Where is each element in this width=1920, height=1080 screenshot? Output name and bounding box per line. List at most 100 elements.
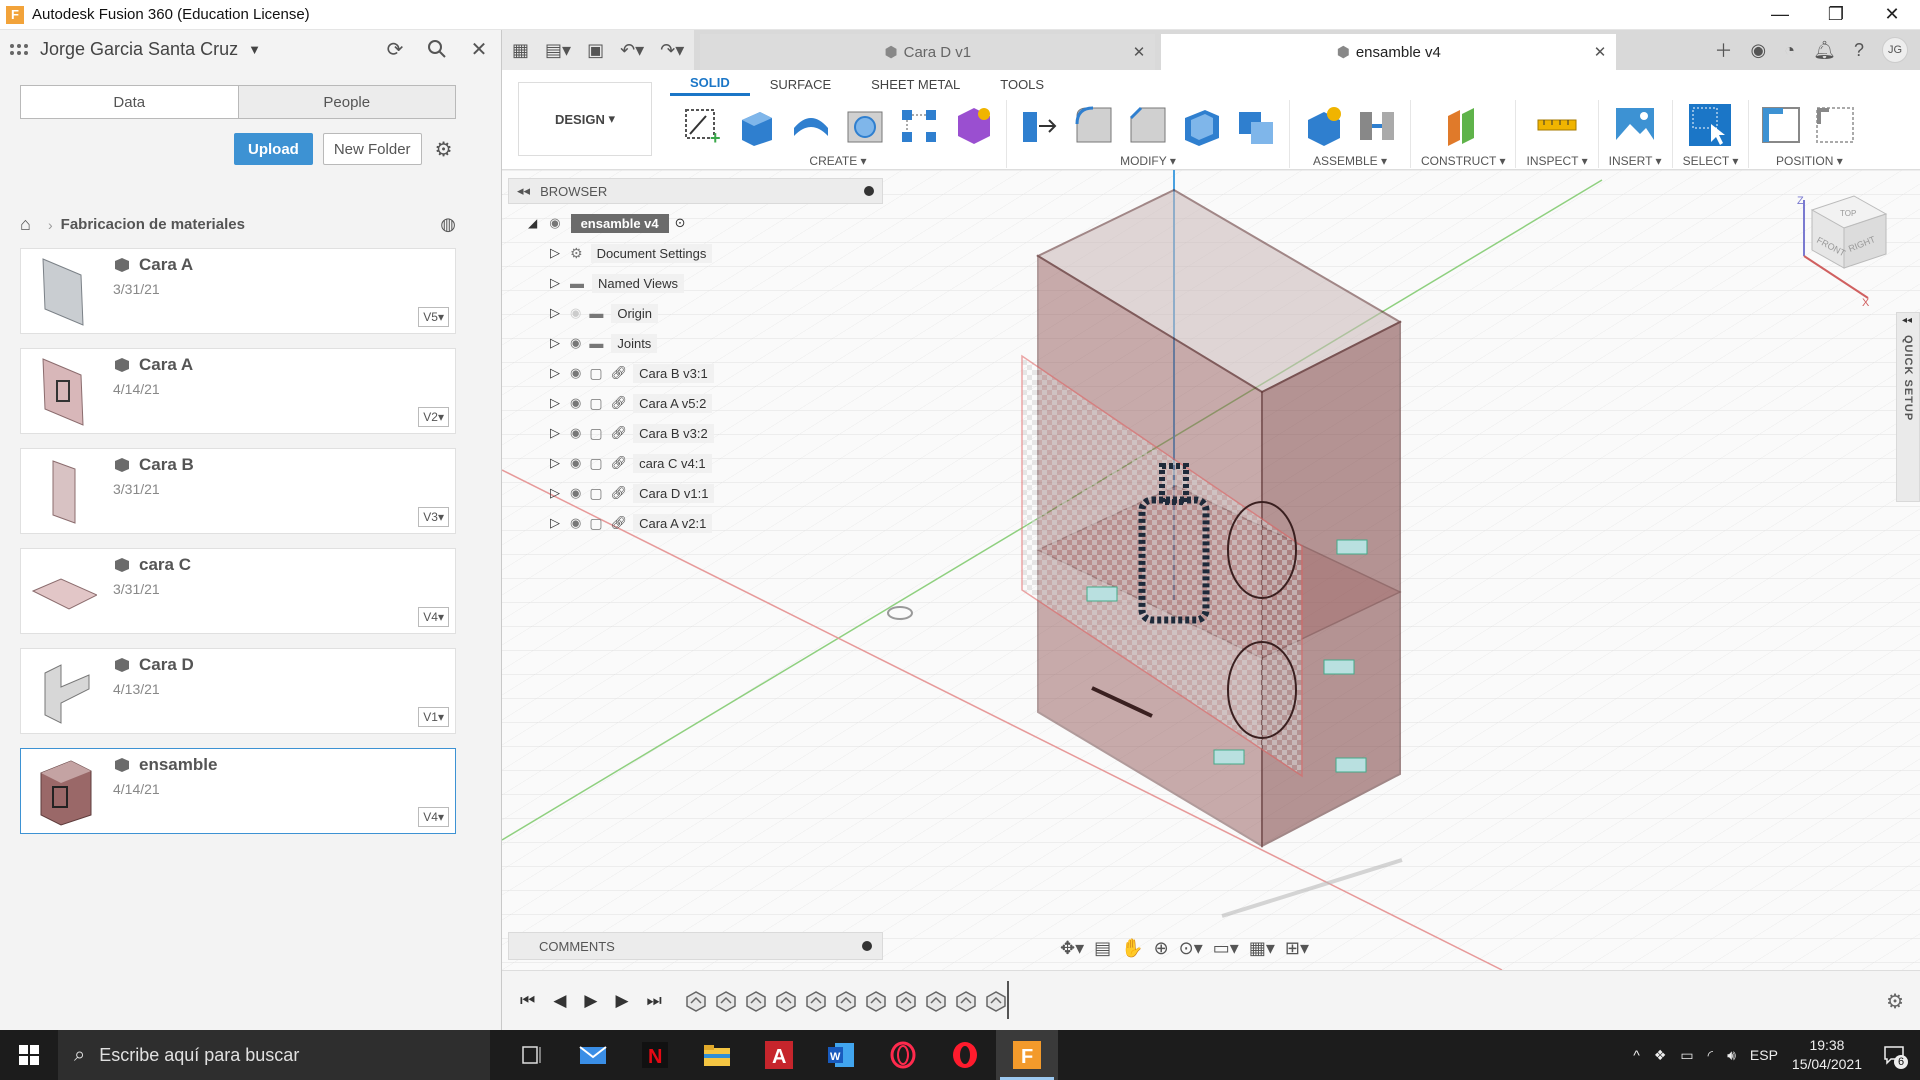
look-at-icon[interactable]: ▤ — [1094, 938, 1111, 959]
tab-data[interactable]: Data — [21, 86, 239, 118]
mail-icon[interactable] — [562, 1030, 624, 1080]
close-panel-icon[interactable]: ✕ — [467, 37, 491, 61]
browser-root-row[interactable]: ◢ ◉ ensamble v4 ⊙ — [508, 208, 883, 238]
grid-settings-icon[interactable]: ▦▾ — [1249, 938, 1275, 959]
timeline-feature-icon[interactable] — [684, 989, 708, 1013]
task-view-icon[interactable] — [500, 1030, 562, 1080]
expand-icon[interactable]: ◂◂ — [1902, 315, 1912, 326]
netflix-icon[interactable]: N — [624, 1030, 686, 1080]
eye-hidden-icon[interactable]: ◉ — [570, 305, 581, 321]
browser-row[interactable]: ▷ ◉ ▬ Joints — [508, 328, 883, 358]
version-dropdown[interactable]: V4 ▾ — [418, 807, 449, 827]
revolve-icon[interactable] — [788, 102, 834, 148]
expand-triangle-icon[interactable]: ▷ — [550, 275, 560, 291]
shell-icon[interactable] — [1179, 102, 1225, 148]
expand-triangle-icon[interactable]: ▷ — [550, 515, 560, 531]
chevron-down-icon[interactable]: ▼ — [248, 42, 261, 57]
redo-icon[interactable]: ↷▾ — [660, 40, 684, 61]
select-icon[interactable] — [1687, 102, 1733, 148]
home-icon[interactable]: ⌂ — [20, 214, 42, 235]
expand-triangle-icon[interactable]: ▷ — [550, 305, 560, 321]
save-icon[interactable]: ▣ — [587, 40, 604, 61]
expand-triangle-icon[interactable]: ▷ — [550, 245, 560, 261]
close-tab-icon[interactable]: ✕ — [1594, 43, 1607, 61]
eye-icon[interactable]: ◉ — [570, 425, 581, 441]
team-hub-icon[interactable] — [10, 39, 30, 59]
revert-position-icon[interactable] — [1813, 102, 1859, 148]
battery-icon[interactable]: ▭ — [1680, 1047, 1693, 1064]
insert-image-icon[interactable] — [1612, 102, 1658, 148]
tab-people[interactable]: People — [238, 86, 455, 118]
insert-menu[interactable]: INSERT ▾ — [1609, 154, 1662, 168]
browser-pin-icon[interactable] — [864, 186, 874, 196]
file-card[interactable]: Cara A 3/31/21 V5 ▾ — [20, 248, 456, 334]
display-settings-icon[interactable]: ▭▾ — [1213, 938, 1239, 959]
eye-icon[interactable]: ◉ — [570, 485, 581, 501]
file-card-selected[interactable]: ensamble 4/14/21 V4 ▾ — [20, 748, 456, 834]
windows-start-icon[interactable] — [0, 1030, 58, 1080]
comments-add-icon[interactable] — [862, 941, 872, 951]
action-center-icon[interactable]: 6 — [1876, 1037, 1912, 1073]
expand-triangle-icon[interactable]: ▷ — [550, 455, 560, 471]
undo-icon[interactable]: ↶▾ — [620, 40, 644, 61]
browser-row[interactable]: ▷ ◉ ▢ 🔗︎ Cara A v2:1 — [508, 508, 883, 538]
timeline-feature-icon[interactable] — [834, 989, 858, 1013]
expand-triangle-icon[interactable]: ▷ — [550, 395, 560, 411]
user-name[interactable]: Jorge Garcia Santa Cruz — [40, 39, 238, 60]
browser-row[interactable]: ▷ ⚙ Document Settings — [508, 238, 883, 268]
go-to-end-icon[interactable]: ⏭ — [647, 991, 662, 1011]
eye-icon[interactable]: ◉ — [570, 335, 581, 351]
new-folder-button[interactable]: New Folder — [322, 133, 422, 165]
go-to-start-icon[interactable]: ⏮ — [520, 991, 535, 1011]
eye-icon[interactable]: ◉ — [570, 365, 581, 381]
word-icon[interactable]: W — [810, 1030, 872, 1080]
eye-icon[interactable]: ◉ — [570, 395, 581, 411]
version-dropdown[interactable]: V2 ▾ — [418, 407, 449, 427]
timeline-feature-icon[interactable] — [894, 989, 918, 1013]
combine-icon[interactable] — [1233, 102, 1279, 148]
close-tab-icon[interactable]: ✕ — [1133, 43, 1146, 61]
eye-icon[interactable]: ◉ — [549, 215, 560, 231]
expand-triangle-icon[interactable]: ▷ — [550, 425, 560, 441]
viewports-icon[interactable]: ⊞▾ — [1285, 938, 1309, 959]
timeline-feature-icon[interactable] — [954, 989, 978, 1013]
browser-row[interactable]: ▷ ◉ ▢ 🔗︎ Cara A v5:2 — [508, 388, 883, 418]
expand-triangle-icon[interactable]: ▷ — [550, 485, 560, 501]
activate-radio-icon[interactable]: ⊙ — [675, 215, 686, 231]
construct-menu[interactable]: CONSTRUCT ▾ — [1421, 154, 1505, 168]
tab-surface[interactable]: SURFACE — [750, 72, 851, 96]
document-tab-active[interactable]: ⬢ ensamble v4 ✕ — [1161, 34, 1617, 70]
wifi-icon[interactable]: ◜ — [1708, 1047, 1713, 1064]
play-icon[interactable]: ▶ — [584, 991, 597, 1011]
volume-icon[interactable]: 🔊︎ — [1727, 1047, 1736, 1064]
position-menu[interactable]: POSITION ▾ — [1776, 154, 1843, 168]
inspect-menu[interactable]: INSPECT ▾ — [1526, 154, 1587, 168]
offset-plane-icon[interactable] — [1440, 102, 1486, 148]
browser-row[interactable]: ▷ ◉ ▬ Origin — [508, 298, 883, 328]
file-card[interactable]: Cara D 4/13/21 V1 ▾ — [20, 648, 456, 734]
create-menu[interactable]: CREATE ▾ — [809, 154, 866, 168]
joint-icon[interactable] — [1354, 102, 1400, 148]
file-card[interactable]: Cara A 4/14/21 V2 ▾ — [20, 348, 456, 434]
eye-icon[interactable]: ◉ — [570, 455, 581, 471]
extrude-icon[interactable] — [734, 102, 780, 148]
workspace-switcher[interactable]: DESIGN ▾ — [518, 82, 652, 156]
timeline-feature-icon[interactable] — [714, 989, 738, 1013]
create-sketch-icon[interactable]: + — [680, 102, 726, 148]
notifications-bell-icon[interactable]: 🔔︎ — [1813, 40, 1836, 61]
globe-icon[interactable]: ◍ — [440, 214, 456, 235]
measure-icon[interactable] — [1534, 102, 1580, 148]
timeline-marker[interactable] — [1007, 981, 1009, 1019]
press-pull-icon[interactable] — [1017, 102, 1063, 148]
refresh-icon[interactable]: ⟳ — [383, 37, 407, 61]
expand-triangle-icon[interactable]: ▷ — [550, 365, 560, 381]
tab-solid[interactable]: SOLID — [670, 72, 750, 96]
fit-icon[interactable]: ⊙▾ — [1179, 938, 1203, 959]
browser-row[interactable]: ▷ ◉ ▢ 🔗︎ Cara D v1:1 — [508, 478, 883, 508]
assemble-menu[interactable]: ASSEMBLE ▾ — [1313, 154, 1387, 168]
upload-button[interactable]: Upload — [234, 133, 313, 165]
chamfer-icon[interactable] — [1125, 102, 1171, 148]
settings-gear-icon[interactable]: ⚙ — [432, 137, 456, 161]
clock[interactable]: 19:38 15/04/2021 — [1792, 1036, 1862, 1074]
autocad-icon[interactable]: A — [748, 1030, 810, 1080]
